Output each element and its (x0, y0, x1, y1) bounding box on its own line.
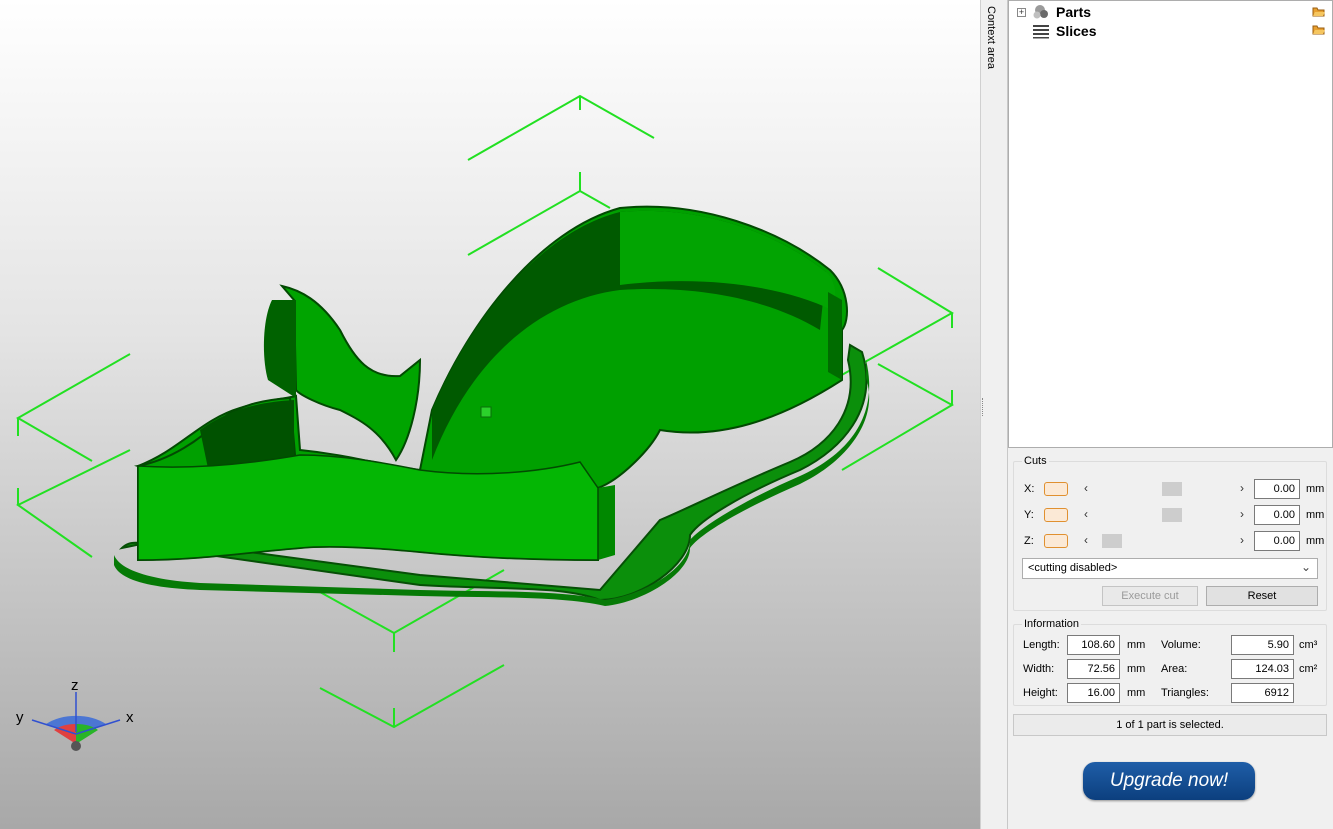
cut-y-unit: mm (1306, 509, 1325, 521)
area-value: 124.03 (1231, 659, 1294, 679)
length-value: 108.60 (1067, 635, 1120, 655)
selection-status: 1 of 1 part is selected. (1013, 714, 1327, 736)
expand-icon[interactable]: + (1017, 7, 1026, 17)
cut-row-x: X: ‹ › 0.00 mm (1022, 479, 1325, 499)
cut-y-decrease-icon[interactable]: ‹ (1084, 507, 1088, 521)
cut-mode-value: <cutting disabled> (1028, 562, 1118, 574)
axis-y-label: y (16, 709, 24, 726)
width-label: Width: (1023, 663, 1055, 675)
area-unit: cm² (1299, 663, 1318, 675)
reset-button[interactable]: Reset (1206, 586, 1318, 606)
tree-item-label: Slices (1056, 23, 1097, 39)
splitter-grip[interactable] (982, 398, 985, 416)
cut-row-z: Z: ‹ › 0.00 mm (1022, 531, 1325, 551)
axis-gizmo: z x y (16, 677, 134, 751)
tree-item-slices[interactable]: Slices (1017, 22, 1096, 40)
chevron-down-icon: ⌄ (1300, 560, 1311, 574)
slider-thumb[interactable] (1162, 482, 1182, 496)
axis-x-label: x (126, 709, 134, 726)
3d-viewport[interactable]: z x y (0, 0, 980, 829)
slices-icon (1033, 25, 1049, 39)
properties-panel: Cuts X: ‹ › 0.00 mm Y: ‹ › 0.00 mm Z: ‹ … (1008, 448, 1333, 829)
width-unit: mm (1127, 663, 1146, 675)
cut-z-increase-icon[interactable]: › (1240, 533, 1244, 547)
tree-item-parts[interactable]: + Parts (1017, 3, 1091, 21)
cut-z-unit: mm (1306, 535, 1325, 547)
cut-z-label: Z: (1024, 535, 1034, 547)
length-unit: mm (1127, 639, 1146, 651)
information-title: Information (1022, 618, 1082, 630)
height-unit: mm (1127, 687, 1146, 699)
volume-label: Volume: (1161, 639, 1201, 651)
parts-icon (1033, 5, 1048, 19)
cut-y-slider[interactable] (1102, 508, 1242, 522)
height-value: 16.00 (1067, 683, 1120, 703)
triangles-label: Triangles: (1161, 687, 1209, 699)
cut-y-label: Y: (1024, 509, 1034, 521)
cut-x-slider[interactable] (1102, 482, 1242, 496)
tree-item-label: Parts (1056, 4, 1092, 20)
cut-row-y: Y: ‹ › 0.00 mm (1022, 505, 1325, 525)
cut-y-toggle[interactable] (1044, 508, 1068, 522)
width-value: 72.56 (1067, 659, 1120, 679)
selection-handle (480, 406, 492, 418)
cuts-title: Cuts (1022, 455, 1049, 467)
cut-x-decrease-icon[interactable]: ‹ (1084, 481, 1088, 495)
slider-thumb[interactable] (1102, 534, 1122, 548)
cut-y-increase-icon[interactable]: › (1240, 507, 1244, 521)
folder-open-icon[interactable] (1312, 5, 1326, 17)
slider-thumb[interactable] (1162, 508, 1182, 522)
cut-x-value[interactable]: 0.00 (1254, 479, 1300, 499)
cut-z-decrease-icon[interactable]: ‹ (1084, 533, 1088, 547)
cut-x-increase-icon[interactable]: › (1240, 481, 1244, 495)
cut-x-unit: mm (1306, 483, 1325, 495)
cut-z-slider[interactable] (1102, 534, 1242, 548)
volume-unit: cm³ (1299, 639, 1318, 651)
cut-y-value[interactable]: 0.00 (1254, 505, 1300, 525)
cut-mode-select[interactable]: <cutting disabled> ⌄ (1022, 558, 1318, 579)
cut-x-toggle[interactable] (1044, 482, 1068, 496)
folder-open-icon[interactable] (1312, 23, 1326, 35)
height-label: Height: (1023, 687, 1058, 699)
upgrade-button[interactable]: Upgrade now! (1083, 762, 1255, 800)
triangles-value: 6912 (1231, 683, 1294, 703)
information-group: Information Length: 108.60 mm Width: 72.… (1013, 618, 1327, 706)
cut-x-label: X: (1024, 483, 1035, 495)
object-tree[interactable]: + Parts Slices (1008, 0, 1333, 448)
length-label: Length: (1023, 639, 1060, 651)
area-label: Area: (1161, 663, 1188, 675)
volume-value: 5.90 (1231, 635, 1294, 655)
axis-z-label: z (71, 677, 79, 694)
cut-z-toggle[interactable] (1044, 534, 1068, 548)
cut-z-value[interactable]: 0.00 (1254, 531, 1300, 551)
context-area-label: Context area (985, 6, 997, 69)
execute-cut-button[interactable]: Execute cut (1102, 586, 1198, 606)
